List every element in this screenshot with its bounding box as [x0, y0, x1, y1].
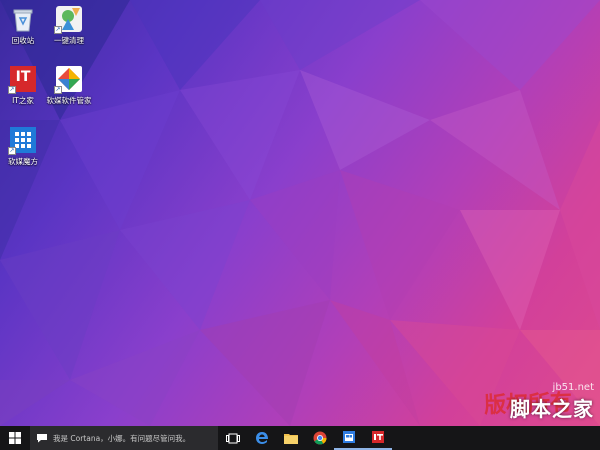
task-view-icon	[225, 433, 240, 443]
cleanup-icon: ↗	[54, 4, 84, 34]
desktop-icon-label: 一键清理	[54, 36, 84, 45]
shortcut-arrow-icon: ↗	[54, 86, 62, 94]
ithome-taskbar-icon	[371, 431, 384, 443]
desktop-icon-label: 软媒魔方	[8, 157, 38, 166]
edge-icon	[255, 432, 268, 444]
cortana-search-box[interactable]: 我是 Cortana，小娜。有问题尽管问我。	[30, 426, 218, 450]
recycle-bin-icon	[8, 4, 38, 34]
taskbar-app-edge[interactable]	[247, 426, 276, 450]
ithome-icon-text: IT	[15, 69, 31, 85]
desktop-icon-rubik-cube[interactable]: ↗ 软媒魔方	[0, 125, 46, 166]
cortana-chat-icon	[37, 434, 47, 443]
watermark: jb51.net 脚本之家	[510, 382, 594, 422]
windows-logo-icon	[9, 432, 21, 444]
taskbar-app-chrome[interactable]	[305, 426, 334, 450]
desktop-icon-label: 软媒软件管家	[46, 96, 92, 105]
task-view-button[interactable]	[218, 426, 247, 450]
desktop-icon-label: IT之家	[12, 96, 34, 105]
chrome-icon	[313, 431, 326, 445]
watermark-site: jb51.net	[552, 382, 594, 393]
taskbar-app-store[interactable]	[334, 426, 363, 450]
shortcut-arrow-icon: ↗	[8, 147, 16, 155]
watermark-brand: 脚本之家	[510, 397, 594, 421]
desktop-icon-cleanup[interactable]: ↗ 一键清理	[46, 4, 92, 45]
desktop-icon-recycle-bin[interactable]: 回收站	[0, 4, 46, 45]
taskbar: 我是 Cortana，小娜。有问题尽管问我。	[0, 426, 600, 450]
taskbar-app-file-explorer[interactable]	[276, 426, 305, 450]
desktop[interactable]: 回收站 ↗ 一键清理 IT ↗ IT之家 ↗ 软媒软件管家 ↗ 软媒魔方 版权所…	[0, 0, 600, 426]
desktop-icon-label: 回收站	[11, 36, 35, 45]
desktop-icon-software-manager[interactable]: ↗ 软媒软件管家	[46, 64, 92, 105]
file-explorer-icon	[283, 434, 298, 444]
start-button[interactable]	[0, 426, 30, 450]
shortcut-arrow-icon: ↗	[8, 86, 16, 94]
taskbar-app-ithome[interactable]	[363, 426, 392, 450]
ithome-icon: IT ↗	[8, 64, 38, 94]
rubik-cube-icon: ↗	[8, 125, 38, 155]
shortcut-arrow-icon: ↗	[54, 26, 62, 34]
desktop-icon-ithome[interactable]: IT ↗ IT之家	[0, 64, 46, 105]
store-icon	[342, 431, 355, 443]
search-placeholder: 我是 Cortana，小娜。有问题尽管问我。	[53, 433, 191, 443]
software-manager-icon: ↗	[54, 64, 84, 94]
